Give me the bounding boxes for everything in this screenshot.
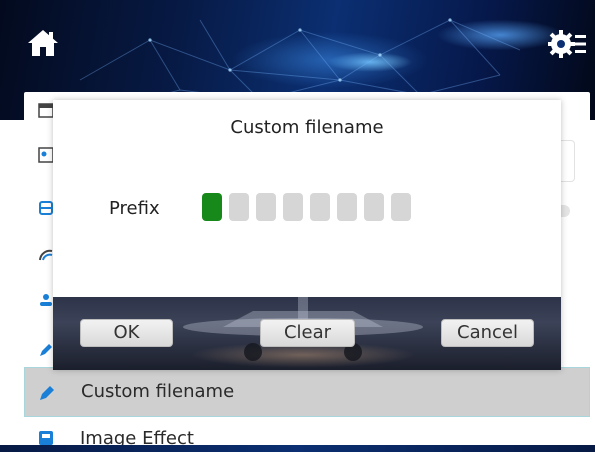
prefix-slot[interactable] bbox=[283, 193, 303, 221]
home-button[interactable] bbox=[26, 28, 60, 58]
image-icon bbox=[39, 431, 53, 445]
bottom-background bbox=[0, 445, 595, 452]
signal-icon bbox=[39, 249, 53, 261]
user-icon bbox=[40, 294, 52, 306]
dialog-title: Custom filename bbox=[230, 117, 384, 138]
cancel-button[interactable]: Cancel bbox=[441, 319, 534, 347]
custom-filename-dialog: Custom filename Prefix OK Clear Cancel bbox=[53, 100, 561, 370]
prefix-slot-active[interactable] bbox=[202, 193, 222, 221]
prefix-label: Prefix bbox=[109, 198, 160, 219]
id-card-icon bbox=[38, 147, 54, 163]
prefix-slot[interactable] bbox=[337, 193, 357, 221]
prefix-slot[interactable] bbox=[310, 193, 330, 221]
settings-menu-icon bbox=[547, 30, 586, 58]
storage-icon bbox=[39, 201, 53, 215]
prefix-slot[interactable] bbox=[229, 193, 249, 221]
calendar-icon bbox=[38, 103, 54, 118]
dialog-footer: OK Clear Cancel bbox=[53, 297, 561, 370]
clear-button[interactable]: Clear bbox=[260, 319, 355, 347]
list-item-custom-filename[interactable]: Custom filename bbox=[24, 367, 590, 417]
prefix-slot[interactable] bbox=[364, 193, 384, 221]
ok-button[interactable]: OK bbox=[80, 319, 173, 347]
settings-menu-button[interactable] bbox=[547, 28, 588, 60]
list-item-label: Custom filename bbox=[81, 381, 235, 402]
pen-icon bbox=[40, 386, 54, 400]
prefix-slot[interactable] bbox=[256, 193, 276, 221]
pen-icon bbox=[40, 344, 52, 356]
prefix-slot[interactable] bbox=[391, 193, 411, 221]
text-field-edge bbox=[560, 140, 575, 182]
dialog-body: Custom filename Prefix bbox=[53, 100, 561, 297]
home-icon bbox=[28, 30, 58, 56]
